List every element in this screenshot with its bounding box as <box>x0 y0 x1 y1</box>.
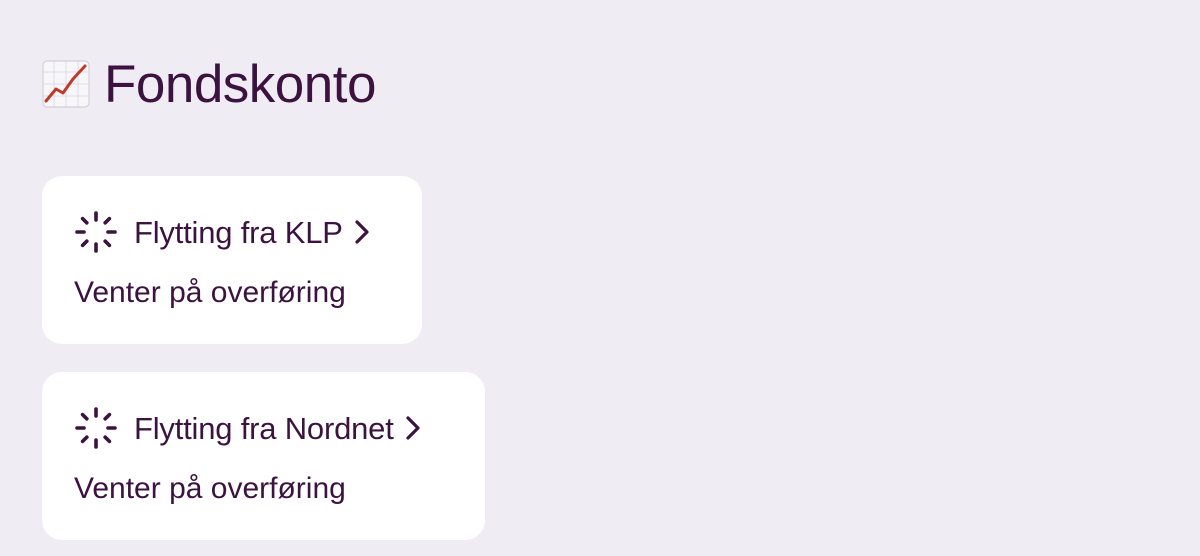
transfer-title: Flytting fra KLP <box>134 214 343 250</box>
page-title-text: Fondskonto <box>104 54 376 114</box>
page-title: Fondskonto <box>42 52 376 116</box>
transfer-card-header[interactable]: Flytting fra KLP <box>74 211 371 253</box>
chevron-right-icon <box>406 416 420 440</box>
transfer-title: Flytting fra Nordnet <box>134 410 394 446</box>
chart-increasing-icon <box>42 60 90 108</box>
transfer-card-header[interactable]: Flytting fra Nordnet <box>74 407 422 449</box>
loading-spinner-icon <box>75 407 117 449</box>
transfer-card-nordnet[interactable]: Flytting fra Nordnet Venter på overførin… <box>42 372 485 540</box>
transfer-card-klp[interactable]: Flytting fra KLP Venter på overføring <box>42 176 422 344</box>
loading-spinner-icon <box>75 211 117 253</box>
transfer-status: Venter på overføring <box>74 276 346 309</box>
chevron-right-icon <box>355 220 369 244</box>
transfer-status: Venter på overføring <box>74 472 346 505</box>
